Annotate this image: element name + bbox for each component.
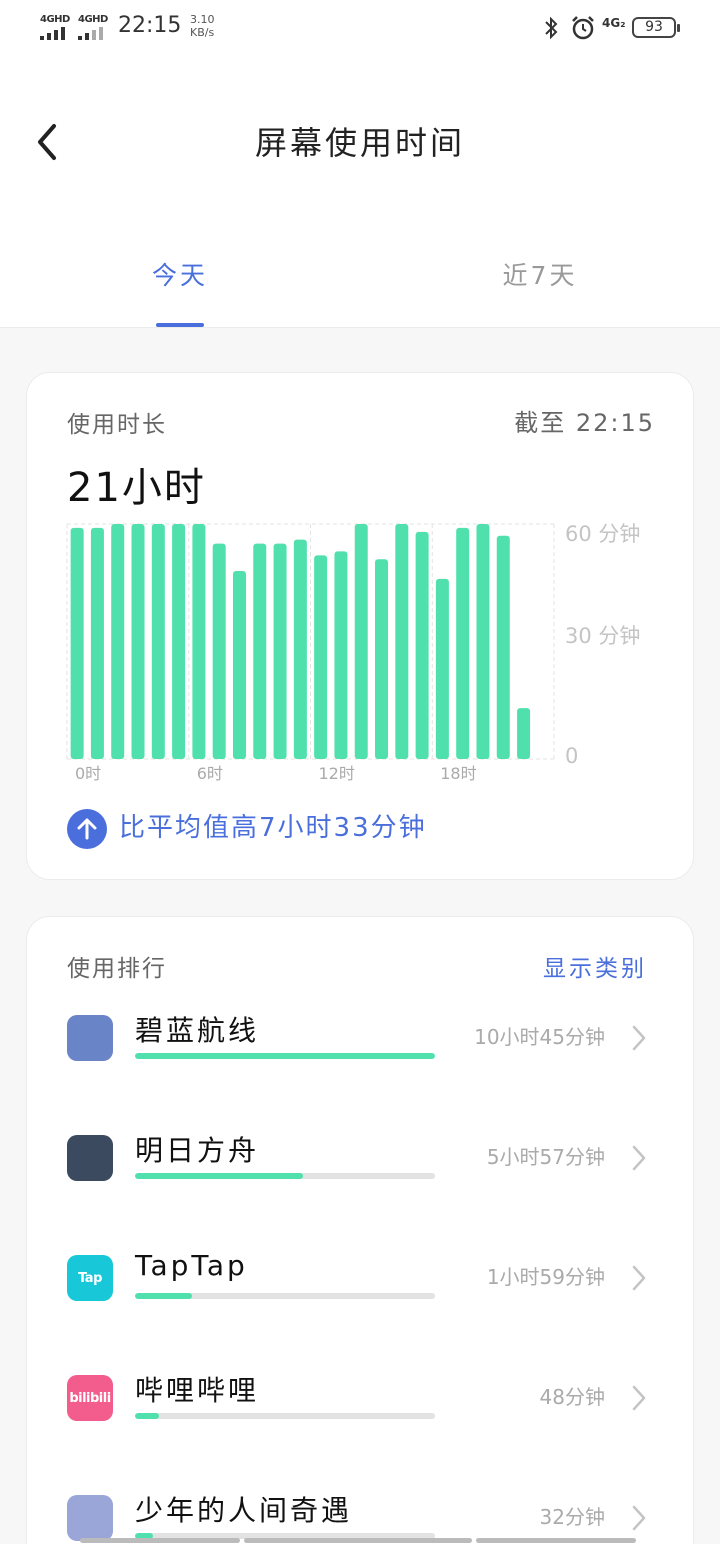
app-icon-text: Tap (78, 1270, 102, 1286)
usage-progress-bar (135, 1173, 435, 1179)
chevron-right-icon (632, 1385, 646, 1411)
app-usage-row[interactable]: 少年的人间奇遇 32分钟 (27, 1494, 695, 1544)
chart-bar (273, 543, 287, 759)
chart-bar (131, 524, 145, 759)
chart-bar (111, 524, 125, 759)
signal-icon: 4GHD (78, 14, 110, 40)
network-type-label: 4GHD (40, 14, 70, 25)
tab-today[interactable]: 今天 (100, 256, 260, 292)
y-tick-label: 60 分钟 (565, 522, 640, 546)
chart-bar (90, 527, 104, 759)
speed-value: 3.10 (190, 13, 215, 26)
app-name: 碧蓝航线 (135, 1014, 260, 1047)
app-name: 少年的人间奇遇 (135, 1494, 353, 1527)
clock: 22:15 (118, 13, 182, 38)
app-icon-text (67, 1015, 113, 1061)
chart-bar (517, 708, 531, 759)
chart-bar (395, 524, 409, 759)
bluetooth-icon (545, 16, 558, 40)
app-usage-row[interactable]: Tap TapTap 1小时59分钟 (27, 1249, 695, 1375)
chevron-right-icon (632, 1265, 646, 1291)
chart-bar (232, 571, 246, 759)
chart-bar (192, 524, 206, 759)
page-title: 屏幕使用时间 (254, 124, 465, 162)
app-name: TapTap (135, 1249, 248, 1282)
compare-to-average: 比平均值高7小时33分钟 (119, 813, 427, 843)
signal-icon: 4GHD (40, 14, 72, 40)
app-icon-text (67, 1135, 113, 1181)
chevron-right-icon (632, 1145, 646, 1171)
usage-progress-bar (135, 1293, 435, 1299)
chart-bar (415, 531, 429, 759)
azur-lane-icon (67, 1015, 113, 1061)
chevron-right-icon (632, 1505, 646, 1531)
hourly-usage-chart: 0时 6时 12时 18时 60 分钟 30 分钟 0 (66, 522, 640, 783)
chart-bar (314, 555, 328, 759)
chart-bar (456, 527, 470, 759)
shaonian-game-icon (67, 1495, 113, 1541)
chart-bar (151, 524, 165, 759)
app-icon-text (67, 1495, 113, 1541)
network-speed: 3.10 KB/s (190, 13, 215, 39)
status-bar: 4GHD 4GHD 22:15 3.10 KB/s 4G₂ 93 (0, 0, 720, 56)
scroll-indicator (80, 1538, 640, 1544)
network-type-label: 4GHD (78, 14, 108, 25)
x-tick-label: 0时 (75, 764, 101, 783)
chart-bar (476, 524, 490, 759)
app-usage-duration: 1小时59分钟 (486, 1265, 605, 1289)
chart-bar (212, 543, 226, 759)
app-usage-row[interactable]: 碧蓝航线 10小时45分钟 (27, 1014, 695, 1135)
taptap-icon: Tap (67, 1255, 113, 1301)
tab-last-7-days[interactable]: 近7天 (460, 256, 620, 292)
x-tick-label: 18时 (440, 764, 476, 783)
speed-unit: KB/s (190, 26, 215, 39)
chart-bar (354, 524, 368, 759)
chart-bar (334, 551, 348, 759)
usage-progress-bar (135, 1413, 435, 1419)
battery-level: 93 (645, 19, 663, 35)
app-usage-duration: 48分钟 (539, 1385, 605, 1409)
app-usage-row[interactable]: 明日方舟 5小时57分钟 (27, 1134, 695, 1255)
chart-bar (435, 578, 449, 759)
battery-icon: 93 (632, 17, 680, 38)
app-usage-row[interactable]: bilibili 哔哩哔哩 48分钟 (27, 1374, 695, 1495)
app-name: 明日方舟 (135, 1134, 260, 1167)
chart-bar (70, 527, 84, 759)
y-tick-label: 30 分钟 (565, 624, 640, 648)
tab-indicator (156, 323, 204, 327)
app-name: 哔哩哔哩 (135, 1374, 260, 1407)
bilibili-icon: bilibili (67, 1375, 113, 1421)
usage-ranking-card: 使用排行 显示类别 碧蓝航线 10小时45分钟 明日方舟 5小时57分钟 Tap TapT… (26, 916, 694, 1544)
header: 屏幕使用时间 今天 近7天 (0, 56, 720, 328)
chevron-right-icon (632, 1025, 646, 1051)
chart-bar (375, 559, 389, 759)
y-tick-label: 0 (565, 744, 578, 768)
usage-duration-card: 使用时长 截至 22:15 21小时 0时 6时 12时 18时 60 分钟 30 分钟 0… (26, 372, 694, 880)
app-icon-text: bilibili (69, 1390, 111, 1406)
arknights-icon (67, 1135, 113, 1181)
app-usage-duration: 5小时57分钟 (486, 1145, 605, 1169)
network-4g-label: 4G₂ (602, 16, 626, 30)
x-tick-label: 12时 (319, 764, 355, 783)
usage-ranking-label: 使用排行 (67, 956, 167, 982)
x-tick-label: 6时 (197, 764, 223, 783)
usage-progress-bar (135, 1053, 435, 1059)
show-categories-link[interactable]: 显示类别 (543, 949, 647, 983)
alarm-icon (572, 16, 594, 40)
chart-bar (293, 539, 307, 759)
arrow-up-icon (67, 809, 107, 849)
chart-bar (496, 535, 510, 759)
app-usage-duration: 32分钟 (539, 1505, 605, 1529)
chart-bar (253, 543, 267, 759)
chart-bar (172, 524, 186, 759)
app-usage-duration: 10小时45分钟 (474, 1025, 605, 1049)
